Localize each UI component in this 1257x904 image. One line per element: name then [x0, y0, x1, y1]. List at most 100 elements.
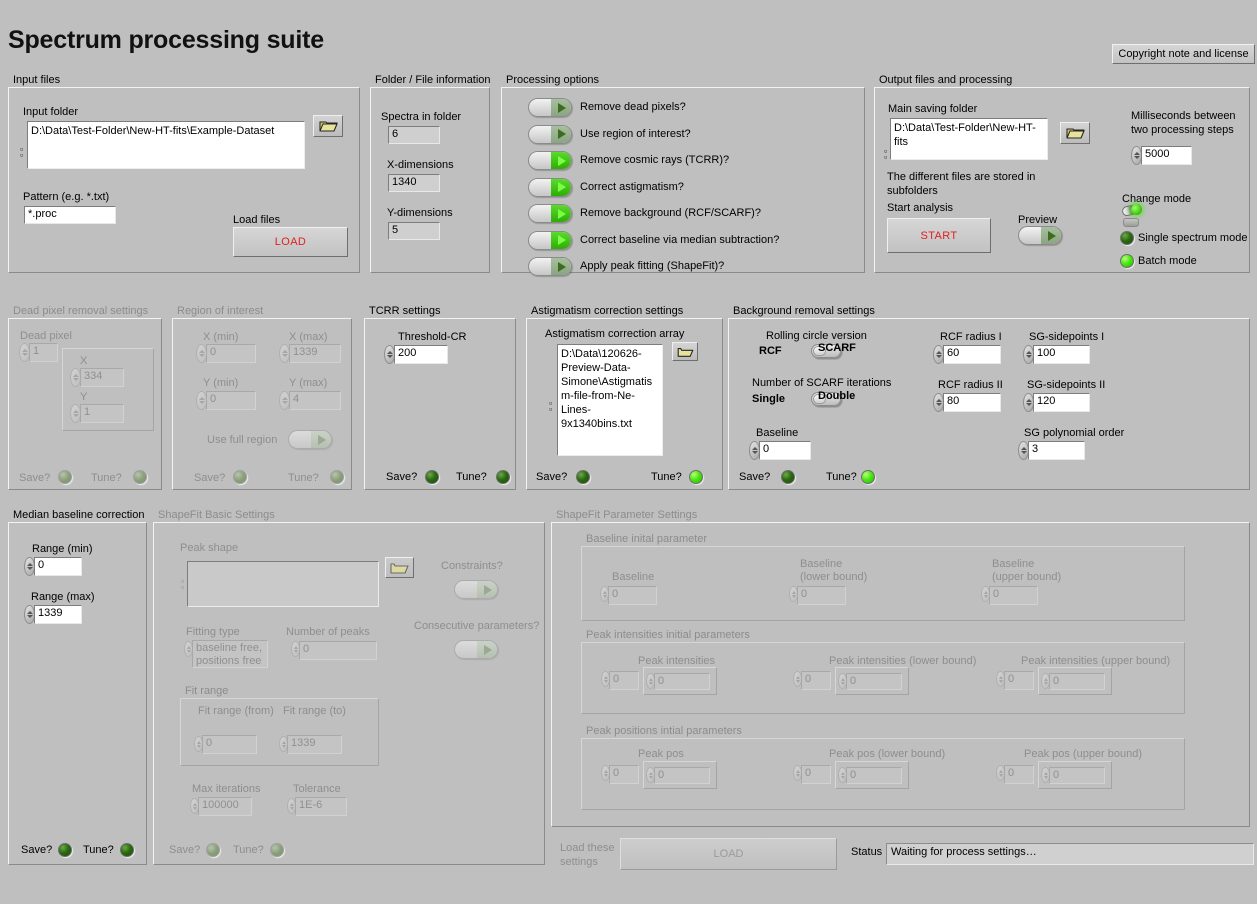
processing-option-toggle-2[interactable]	[528, 151, 572, 170]
processing-option-toggle-1[interactable]	[528, 124, 572, 144]
consecutive-parameters-toggle[interactable]	[454, 640, 498, 659]
tolerance-input[interactable]: 1E-6	[295, 797, 347, 816]
pp-lower-input[interactable]: 0	[801, 765, 831, 784]
ms-between-steps-input[interactable]: 5000	[1141, 146, 1192, 165]
pi-lower-array-input[interactable]: 0	[846, 673, 902, 690]
tcrr-threshold-input[interactable]: 200	[394, 345, 448, 364]
fit-range-from-input[interactable]: 0	[202, 735, 257, 754]
roi-full-region-toggle[interactable]	[288, 430, 332, 449]
range-min-input[interactable]: 0	[34, 557, 82, 576]
dead-pixel-x-label: X	[80, 355, 88, 367]
sp-baseline-input[interactable]: 0	[608, 586, 657, 605]
sp-baseline-label: Baseline	[612, 571, 655, 583]
folder-icon	[1065, 128, 1085, 139]
change-mode-toggle[interactable]	[1121, 203, 1143, 227]
dead-pixel-x-input[interactable]: 334	[80, 368, 124, 387]
roi-xmax-input[interactable]: 1339	[289, 344, 341, 363]
fit-range-group-label: Fit range	[183, 685, 231, 697]
roi-save-led	[233, 470, 247, 484]
median-save-label: Save?	[21, 844, 53, 856]
pp-upper-array-input[interactable]: 0	[1049, 767, 1105, 784]
fit-range-from-label-1: Fit range (from)	[198, 705, 274, 717]
sg-sidepoints-2-input[interactable]: 120	[1033, 393, 1090, 412]
rcf-radius-1-input[interactable]: 60	[943, 345, 1001, 364]
background-tune-led	[861, 470, 875, 484]
main-folder-browse-button[interactable]	[1060, 122, 1090, 144]
max-iterations-input[interactable]: 100000	[198, 797, 252, 816]
pi-input[interactable]: 0	[609, 671, 639, 690]
sp-baseline-lower-input[interactable]: 0	[797, 586, 846, 605]
astigmatism-array-label: Astigmatism correction array	[545, 328, 685, 340]
pi-upper-input[interactable]: 0	[1004, 671, 1034, 690]
peak-shape-browse-button[interactable]	[385, 557, 414, 578]
input-folder-browse-button[interactable]	[313, 115, 343, 137]
pp-lower-array-input[interactable]: 0	[846, 767, 902, 784]
astigmatism-browse-button[interactable]	[672, 342, 698, 361]
processing-option-toggle-5[interactable]	[528, 230, 572, 250]
sg-poly-order-input[interactable]: 3	[1028, 441, 1085, 460]
astigmatism-array-input[interactable]: D:\Data\120626-Preview-Data-Simone\Astig…	[557, 344, 663, 456]
fitting-type-input[interactable]: baseline free, positions free	[192, 640, 268, 668]
dead-pixel-label: Dead pixel	[20, 330, 72, 342]
baseline-initial-frame: Baseline inital parameter	[581, 533, 1185, 621]
sp-baseline-lower-label-1: Baseline	[800, 558, 843, 570]
roi-ymax-input[interactable]: 4	[289, 391, 341, 410]
pp-array-input[interactable]: 0	[654, 767, 710, 784]
pattern-label: Pattern (e.g. *.txt)	[23, 191, 110, 203]
pattern-input[interactable]: *.proc	[24, 206, 116, 224]
astigmatism-group-label: Astigmatism correction settings	[529, 305, 686, 317]
peak-intensities-section-label: Peak intensities initial parameters	[584, 629, 752, 641]
processing-option-toggle-3[interactable]	[528, 177, 572, 197]
dead-pixel-tune-label: Tune?	[91, 472, 122, 484]
single-spectrum-mode-led	[1120, 231, 1134, 245]
constraints-toggle[interactable]	[454, 580, 498, 599]
load-files-button[interactable]: LOAD	[233, 227, 348, 257]
scarf-label: SCARF	[818, 342, 856, 354]
consecutive-parameters-label: Consecutive parameters?	[414, 620, 540, 632]
dead-pixel-input[interactable]: 1	[29, 343, 58, 362]
processing-option-toggle-0[interactable]	[528, 98, 572, 117]
toggle-base	[1123, 218, 1139, 227]
input-folder-label: Input folder	[23, 106, 79, 118]
median-baseline-group-label: Median baseline correction	[11, 509, 147, 521]
processing-option-label-4: Remove background (RCF/SCARF)?	[580, 207, 761, 219]
roi-xmin-input[interactable]: 0	[206, 344, 256, 363]
bg-baseline-input[interactable]: 0	[759, 441, 811, 460]
processing-option-label-1: Use region of interest?	[580, 127, 691, 140]
pp-input[interactable]: 0	[609, 765, 639, 784]
pp-upper-input[interactable]: 0	[1004, 765, 1034, 784]
rcf-label: RCF	[759, 345, 782, 357]
peak-shape-input[interactable]	[187, 561, 379, 607]
pi-array-input[interactable]: 0	[654, 673, 710, 690]
input-folder-input[interactable]: D:\Data\Test-Folder\New-HT-fits\Example-…	[27, 121, 305, 169]
range-max-input[interactable]: 1339	[34, 605, 82, 624]
y-dimensions-label: Y-dimensions	[387, 207, 453, 219]
roi-ymin-input[interactable]: 0	[206, 391, 256, 410]
sp-baseline-upper-input[interactable]: 0	[989, 586, 1038, 605]
number-of-peaks-input[interactable]: 0	[299, 641, 377, 660]
rcf-radius-1-label: RCF radius I	[940, 331, 1002, 343]
rcf-radius-2-input[interactable]: 80	[943, 393, 1001, 412]
preview-toggle[interactable]	[1018, 226, 1062, 245]
ms-between-steps-label-1: Milliseconds between	[1131, 110, 1236, 122]
pi-upper-array-input[interactable]: 0	[1049, 673, 1105, 690]
background-save-label: Save?	[739, 471, 771, 483]
dead-pixel-y-input[interactable]: 1	[80, 404, 124, 423]
start-analysis-button[interactable]: START	[887, 218, 991, 253]
processing-option-label-2: Remove cosmic rays (TCRR)?	[580, 154, 730, 166]
processing-option-toggle-4[interactable]	[528, 204, 572, 223]
copyright-note-button[interactable]: Copyright note and license	[1112, 44, 1255, 64]
tcrr-group: TCRR settings	[364, 305, 516, 490]
sg-sidepoints-1-input[interactable]: 100	[1033, 345, 1090, 364]
median-save-led	[58, 843, 72, 857]
sp-baseline-upper-label-1: Baseline	[992, 558, 1035, 570]
main-saving-folder-input[interactable]: D:\Data\Test-Folder\New-HT-fits	[890, 118, 1048, 160]
load-settings-button[interactable]: LOAD	[620, 838, 837, 870]
toggle-knob	[551, 99, 571, 116]
median-tune-label: Tune?	[83, 844, 114, 856]
toggle-knob	[551, 125, 571, 143]
pi-lower-input[interactable]: 0	[801, 671, 831, 690]
processing-option-toggle-6[interactable]	[528, 257, 572, 276]
fit-range-to-input[interactable]: 1339	[287, 735, 342, 754]
dead-pixel-tune-led	[133, 470, 147, 484]
